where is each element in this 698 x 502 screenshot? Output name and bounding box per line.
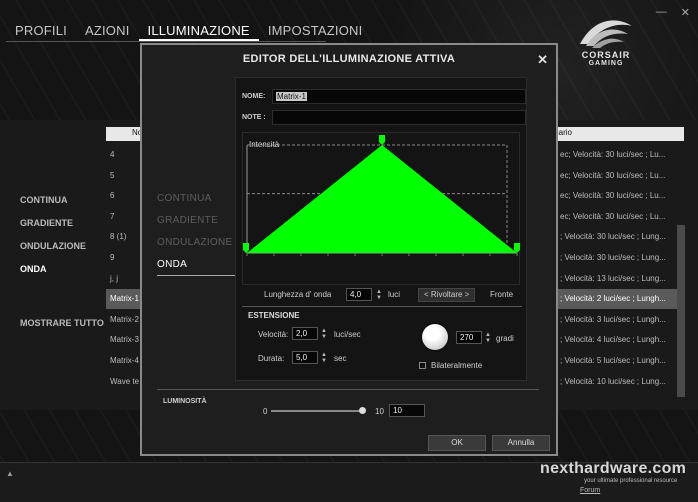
minimize-icon[interactable]: — [656,6,667,19]
row-summary: ; Velocità: 13 luci/sec ; Lung... [560,273,666,283]
extension-divider [242,306,522,307]
bg-menu-ondulazione[interactable]: ONDULAZIONE [20,241,86,264]
extension-title: ESTENSIONE [248,311,300,320]
row-summary: ; Velocità: 3 luci/sec ; Lungh... [560,314,666,324]
watermark-sub: your ultimate professional resource [584,478,678,484]
row-name: 7 [110,211,115,221]
duration-unit: sec [334,354,347,363]
bg-menu-onda[interactable]: ONDA [20,264,86,287]
row-name: 6 [110,191,115,201]
row-name: 4 [110,150,115,159]
peak-handle-icon[interactable] [379,135,385,145]
speed-stepper-icon[interactable]: ▲ ▼ [321,328,327,340]
duration-label: Durata: [258,354,285,363]
intensity-chart: Intensità [242,132,520,285]
lighting-editor-dialog: EDITOR DELL'ILLUMINAZIONE ATTIVA ✕ CONTI… [140,43,558,456]
watermark: nexthardware.com your ultimate professio… [540,460,698,502]
speed-label: Velocità: [258,330,289,339]
row-name: 9 [110,253,115,262]
window-controls: — ✕ [656,6,690,19]
note-label: NOTE : [242,114,266,121]
note-input[interactable] [272,110,526,125]
duration-stepper-icon[interactable]: ▲ ▼ [321,352,327,364]
row-name: 8 (1) [110,232,127,242]
corsair-sails-icon [580,20,632,48]
row-summary: ; Velocità: 30 luci/sec ; Lung... [560,253,666,262]
name-value: Matrix-1 [276,92,307,101]
row-name: Wave te [110,376,140,386]
brand-line1: CORSAIR [581,50,631,60]
brightness-max: 10 [375,407,384,416]
watermark-main: nexthardware.com [540,460,687,477]
duration-input[interactable]: 5,0 [292,351,318,364]
brightness-slider-thumb[interactable] [359,407,366,414]
background-mode-menu: CONTINUA GRADIENTE ONDULAZIONE ONDA [20,195,86,287]
intensity-chart-svg: Intensità [243,135,520,256]
close-icon[interactable]: ✕ [537,52,548,68]
row-name: Matrix-1 [110,294,139,304]
wave-editor-panel: NOME: Matrix-1 NOTE : Intensità Lunghezz… [235,77,527,381]
row-name: j, j [110,273,118,283]
row-summary: ; Velocità: 4 luci/sec ; Lungh... [560,335,666,345]
wave-length-row: Lunghezza d' onda 4,0 ▲ ▼ luci < Rivoltar… [242,286,520,304]
angle-input[interactable]: 270 [456,331,482,344]
left-handle-icon[interactable] [243,243,249,253]
expand-triangle-icon[interactable]: ▲ [6,469,14,478]
wave-triangle [247,145,517,253]
brand-line2: GAMING [588,60,624,67]
wave-length-input[interactable]: 4,0 [346,288,372,301]
show-all-button[interactable]: MOSTRARE TUTTO [20,318,104,328]
tab-profili[interactable]: PROFILI [6,20,76,41]
row-summary: ec; Velocità: 30 luci/sec ; Lu... [560,211,666,221]
row-name: Matrix-4 [110,356,139,365]
ok-button[interactable]: OK [428,435,486,451]
bilateral-checkbox[interactable] [419,362,426,369]
dialog-title: EDITOR DELL'ILLUMINAZIONE ATTIVA [242,53,456,65]
row-summary: ec; Velocità: 30 luci/sec ; Lu... [560,170,666,180]
bg-menu-gradiente[interactable]: GRADIENTE [20,218,86,241]
bilateral-label: Bilateralmente [431,361,483,370]
front-label: Fronte [490,290,514,299]
speed-input[interactable]: 2,0 [292,327,318,340]
row-summary: ; Velocità: 2 luci/sec ; Lungh... [560,294,666,304]
row-name: 5 [110,170,115,180]
table-scrollbar[interactable] [677,225,685,397]
row-summary: ec; Velocità: 30 luci/sec ; Lu... [560,191,666,201]
wave-length-stepper-icon[interactable]: ▲ ▼ [376,289,382,301]
row-summary: ; Velocità: 10 luci/sec ; Lung... [560,376,666,386]
wave-length-unit: luci [388,290,401,299]
tab-impostazioni[interactable]: IMPOSTAZIONI [259,20,372,41]
mode-continua[interactable]: CONTINUA [157,188,235,210]
row-summary: ; Velocità: 5 luci/sec ; Lungh... [560,356,666,365]
mode-list: CONTINUA GRADIENTE ONDULAZIONE ONDA [157,188,235,276]
speed-unit: luci/sec [334,330,361,339]
brightness-slider[interactable] [271,407,366,414]
row-name: Matrix-3 [110,335,139,345]
tab-illuminazione[interactable]: ILLUMINAZIONE [138,20,259,41]
wave-length-label: Lunghezza d' onda [264,290,332,299]
row-name: Matrix-2 [110,314,139,324]
tab-azioni[interactable]: AZIONI [76,20,139,41]
brightness-label: LUMINOSITÀ [163,398,207,405]
watermark-forum: Forum [580,487,601,494]
angle-unit: gradi [496,334,514,343]
angle-knob[interactable] [422,324,448,350]
name-label: NOME: [242,93,266,100]
mode-gradiente[interactable]: GRADIENTE [157,210,235,232]
brightness-min: 0 [263,407,268,416]
corsair-logo: CORSAIR GAMING [566,14,646,76]
close-window-icon[interactable]: ✕ [681,6,690,19]
angle-stepper-icon[interactable]: ▲ ▼ [485,332,491,344]
name-input[interactable]: Matrix-1 [272,89,526,104]
brightness-input[interactable]: 10 [389,404,425,417]
brightness-panel: LUMINOSITÀ 0 10 10 [157,389,539,419]
cancel-button[interactable]: Annulla [492,435,550,451]
bg-menu-continua[interactable]: CONTINUA [20,195,86,218]
mode-ondulazione[interactable]: ONDULAZIONE [157,232,235,254]
mode-onda[interactable]: ONDA [157,254,235,276]
reverse-button[interactable]: < Rivoltare > [418,288,476,302]
row-summary: ; Velocità: 30 luci/sec ; Lung... [560,232,666,242]
top-navigation: PROFILI AZIONI ILLUMINAZIONE IMPOSTAZION… [6,20,362,42]
row-summary: ec; Velocità: 30 luci/sec ; Lu... [560,150,666,159]
